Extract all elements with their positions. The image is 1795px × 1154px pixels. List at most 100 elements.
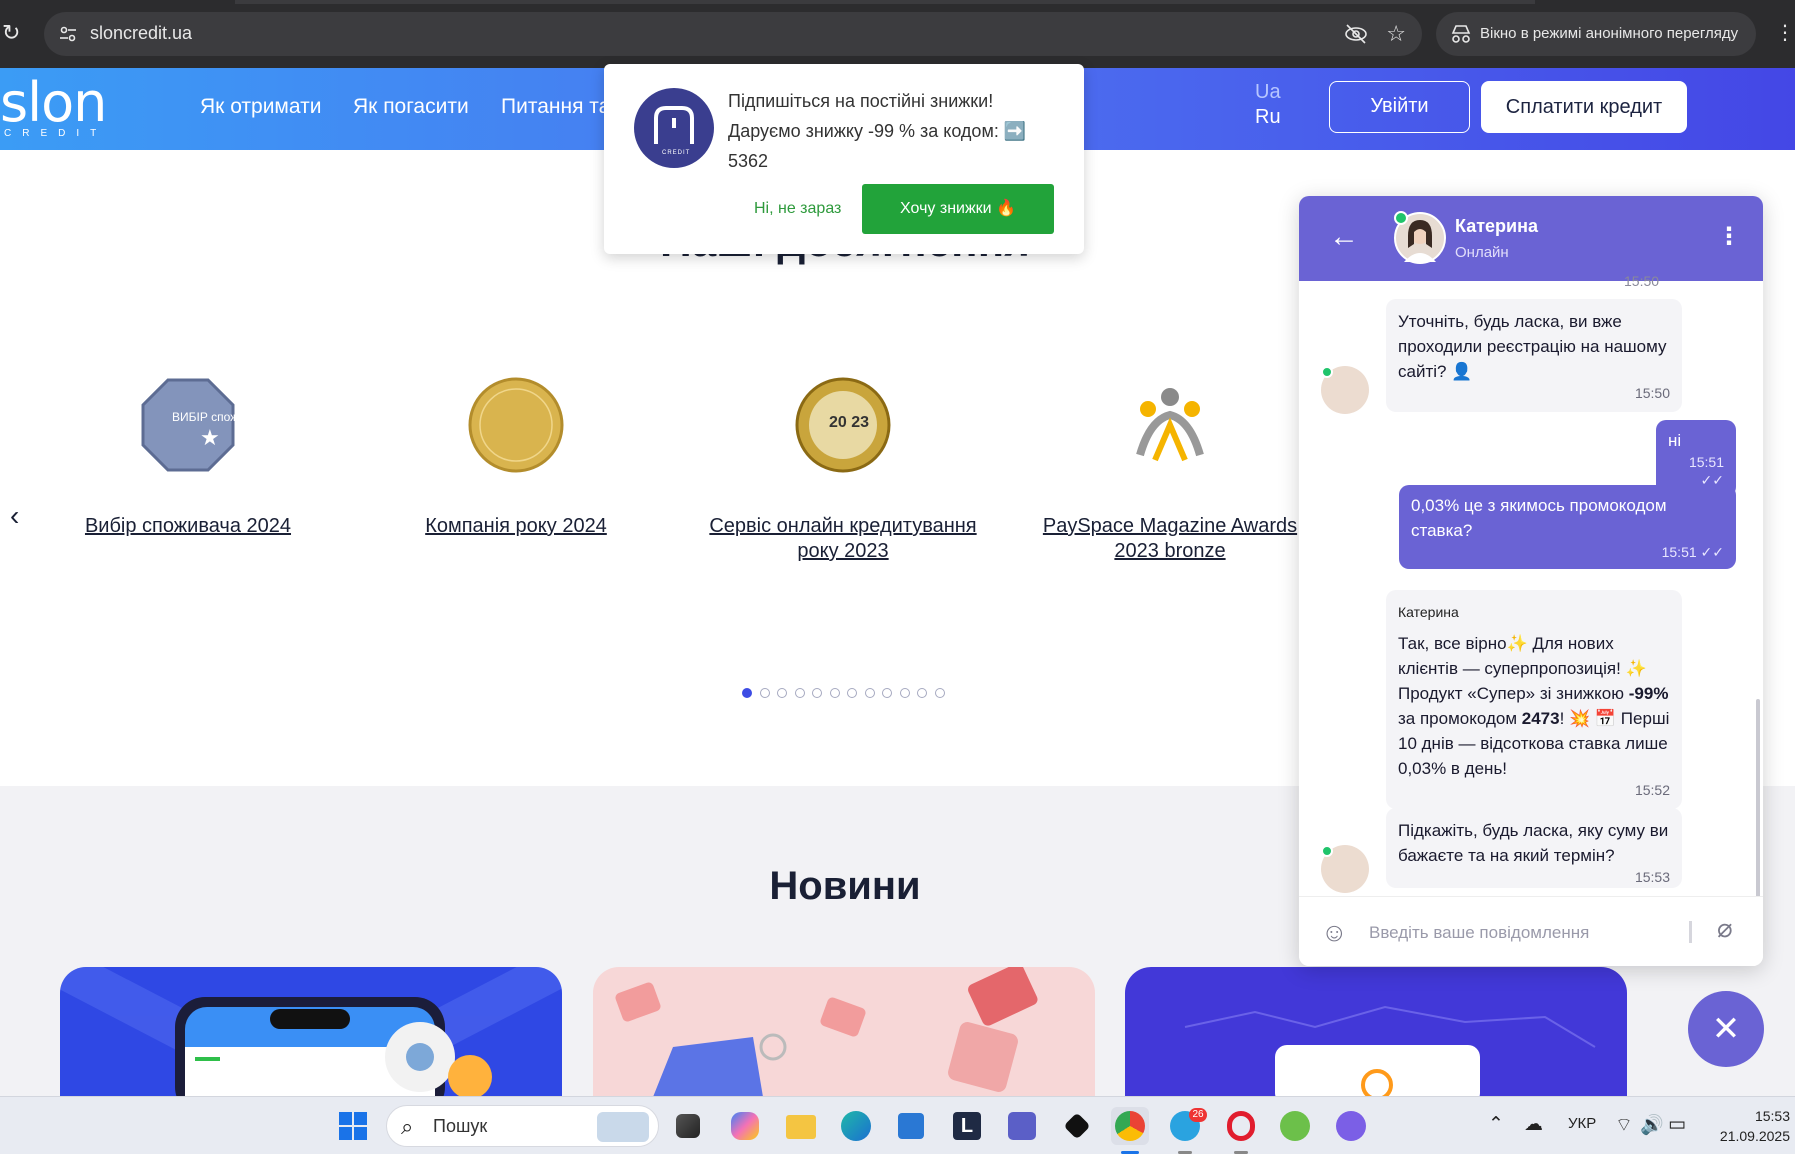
- input-divider: [1689, 921, 1692, 943]
- clock-date: 21.09.2025: [1719, 1128, 1790, 1144]
- chevron-left-icon[interactable]: ‹: [10, 500, 30, 531]
- carousel-dot[interactable]: [742, 688, 752, 698]
- dropbox-icon[interactable]: [1058, 1107, 1096, 1145]
- telegram-unread-badge: 26: [1189, 1108, 1207, 1122]
- carousel-dot[interactable]: [864, 688, 875, 698]
- map-illustration-icon: [1184, 1005, 1596, 1097]
- utorrent-icon[interactable]: [1276, 1107, 1314, 1145]
- award-caption[interactable]: Компанія року 2024: [366, 514, 666, 539]
- message-input[interactable]: Введіть ваше повідомлення: [1369, 923, 1589, 943]
- promo-accept-button[interactable]: Хочу знижки 🔥: [862, 184, 1054, 234]
- award-caption[interactable]: PaySpace Magazine Awards 2023 bronze: [1020, 514, 1320, 564]
- message-time: 15:51 ✓✓: [1688, 454, 1724, 488]
- opera-icon[interactable]: [1222, 1107, 1260, 1154]
- tracking-protection-icon[interactable]: [1344, 23, 1368, 45]
- carousel-dot[interactable]: [794, 688, 805, 698]
- volume-icon[interactable]: 🔊: [1640, 1113, 1664, 1137]
- discount-tags-illustration-icon: [615, 967, 1038, 1097]
- logo-subtitle: CREDIT: [4, 128, 108, 139]
- clock[interactable]: 15:53 21.09.2025: [1705, 1106, 1790, 1146]
- teams-icon[interactable]: [1003, 1107, 1041, 1145]
- carousel-dot[interactable]: [812, 688, 822, 698]
- message-author: Катерина: [1398, 604, 1459, 620]
- award-item[interactable]: ВИБІР споживача 2024 ★ Вибір споживача 2…: [38, 375, 338, 539]
- carousel-dot[interactable]: [829, 688, 840, 698]
- payspace-trophy-icon: [1136, 388, 1204, 462]
- carousel-dot[interactable]: [777, 688, 787, 698]
- chevron-up-icon[interactable]: ⌃: [1488, 1113, 1504, 1136]
- copilot-icon[interactable]: [726, 1107, 764, 1145]
- online-indicator-icon: [1394, 211, 1408, 225]
- browser-toolbar: ↻ sloncredit.ua ☆ Вікно в режимі анонімн…: [0, 0, 1795, 68]
- news-card[interactable]: [593, 967, 1095, 1097]
- award-item[interactable]: Компанія року 2024: [366, 375, 666, 539]
- chat-menu-icon[interactable]: ⋮: [1717, 222, 1741, 251]
- promo-avatar: CREDIT: [634, 88, 714, 168]
- bookmark-star-icon[interactable]: ☆: [1386, 21, 1406, 47]
- incognito-icon: [1451, 25, 1471, 43]
- address-bar[interactable]: sloncredit.ua ☆: [44, 12, 1422, 56]
- promo-decline-button[interactable]: Ні, не зараз: [754, 200, 841, 218]
- chrome-icon[interactable]: [1111, 1107, 1149, 1154]
- task-view-icon[interactable]: [669, 1107, 707, 1145]
- edge-browser-icon[interactable]: [837, 1107, 875, 1145]
- l-app-icon[interactable]: L: [948, 1107, 986, 1145]
- news-card[interactable]: [60, 967, 562, 1097]
- carousel-dot[interactable]: [899, 688, 910, 698]
- attach-paperclip-icon[interactable]: ⌀: [1717, 913, 1733, 944]
- windows-start-icon[interactable]: [338, 1111, 368, 1141]
- input-language[interactable]: УКР: [1568, 1115, 1596, 1132]
- award-caption[interactable]: Сервіс онлайн кредитування року 2023: [693, 514, 993, 564]
- nav-questions[interactable]: Питання та: [501, 95, 610, 119]
- chat-message-agent: Катерина Так, все вірно✨ Для нових клієн…: [1386, 590, 1682, 809]
- chat-message-agent: Підкажіть, будь ласка, яку суму ви бажає…: [1386, 808, 1682, 888]
- award-item[interactable]: PaySpace Magazine Awards 2023 bronze: [1020, 375, 1320, 564]
- carousel-dot[interactable]: [934, 688, 945, 698]
- lang-ru[interactable]: Ru: [1255, 105, 1281, 130]
- carousel-dot[interactable]: [917, 688, 927, 698]
- agent-avatar: [1321, 366, 1369, 414]
- online-indicator-icon: [1321, 366, 1333, 378]
- slon-logo-icon: CREDIT: [654, 106, 694, 156]
- wifi-icon[interactable]: ⌔: [1615, 1113, 1633, 1137]
- award-badge-text: 20 23: [829, 414, 869, 431]
- microsoft-store-icon[interactable]: [892, 1107, 930, 1145]
- chat-widget: ← Катерина Онлайн ⋮ 15:50 Уточніть, будь…: [1299, 196, 1763, 966]
- incognito-label: Вікно в режимі анонімного перегляду: [1480, 25, 1739, 42]
- carousel-dot[interactable]: [847, 688, 857, 698]
- carousel-dot[interactable]: [882, 688, 892, 698]
- login-button[interactable]: Увійти: [1329, 81, 1470, 133]
- lang-ua[interactable]: Ua: [1255, 80, 1281, 105]
- award-item[interactable]: 20 23 Сервіс онлайн кредитування року 20…: [693, 375, 993, 564]
- file-explorer-icon[interactable]: [782, 1107, 820, 1145]
- reload-icon[interactable]: ↻: [2, 22, 24, 44]
- nav-how-to-get[interactable]: Як отримати: [200, 95, 321, 119]
- site-logo[interactable]: slon CREDIT: [0, 71, 108, 139]
- message-text: Підкажіть, будь ласка, яку суму ви бажає…: [1398, 821, 1669, 865]
- url-text[interactable]: sloncredit.ua: [90, 23, 192, 44]
- message-time: 15:50: [1634, 385, 1670, 401]
- message-text: Так, все вірно✨ Для нових клієнтів — суп…: [1398, 634, 1670, 778]
- search-icon: ⌕: [401, 1114, 414, 1139]
- site-settings-icon[interactable]: [58, 24, 78, 44]
- promo-text: Підпишіться на постійні знижки! Даруємо …: [728, 91, 1027, 171]
- back-arrow-icon[interactable]: ←: [1329, 220, 1359, 254]
- taskbar-search[interactable]: ⌕ Пошук: [386, 1105, 659, 1147]
- chat-messages: 15:50 Уточніть, будь ласка, ви вже прохо…: [1299, 273, 1763, 966]
- logo-wordmark: slon: [0, 71, 107, 134]
- close-chat-icon[interactable]: ✕: [1688, 991, 1764, 1067]
- viber-icon[interactable]: [1332, 1107, 1370, 1145]
- award-caption[interactable]: Вибір споживача 2024: [38, 514, 338, 539]
- battery-icon[interactable]: ▭: [1668, 1113, 1686, 1136]
- carousel-dot[interactable]: [759, 688, 770, 698]
- incognito-indicator[interactable]: Вікно в режимі анонімного перегляду: [1436, 12, 1756, 56]
- pay-credit-button[interactable]: Сплатити кредит: [1481, 81, 1687, 133]
- browser-menu-icon[interactable]: ⋮: [1775, 20, 1795, 45]
- company-of-year-medal-icon: [468, 377, 564, 473]
- nav-how-to-repay[interactable]: Як погасити: [353, 95, 469, 119]
- onedrive-cloud-icon[interactable]: ☁: [1524, 1113, 1543, 1136]
- agent-name: Катерина: [1455, 216, 1538, 236]
- emoji-icon[interactable]: ☺: [1321, 917, 1348, 948]
- language-switcher: Ua Ru: [1255, 80, 1281, 130]
- news-card[interactable]: [1125, 967, 1627, 1097]
